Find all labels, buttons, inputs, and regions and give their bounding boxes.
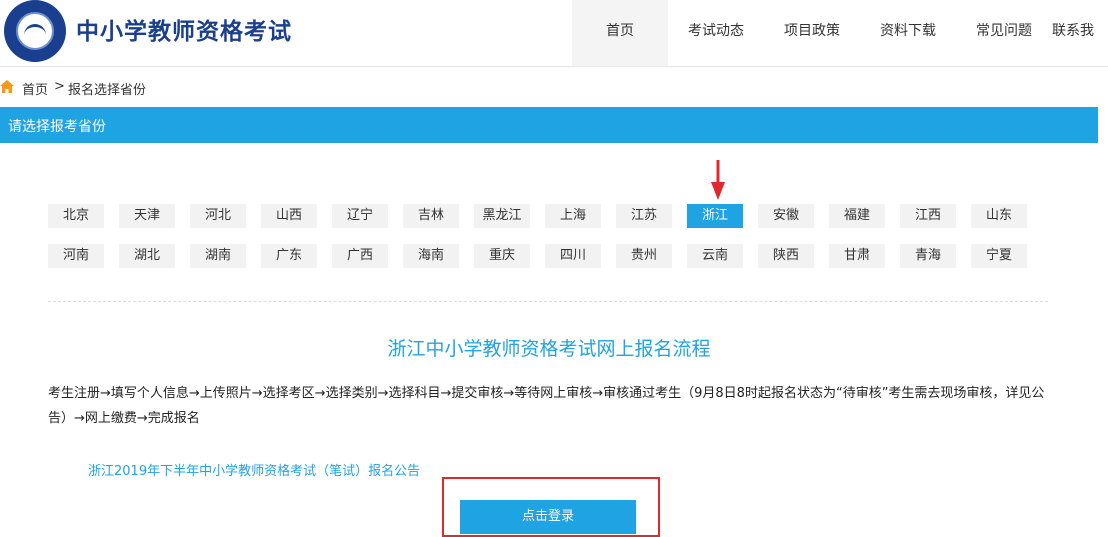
flow-description: 考生注册→填写个人信息→上传照片→选择考区→选择类别→选择科目→提交审核→等待网… [48, 386, 1045, 426]
province-button[interactable]: 天津 [119, 204, 175, 228]
nav-exam-news[interactable]: 考试动态 [668, 0, 764, 66]
province-button[interactable]: 广西 [332, 244, 388, 268]
province-button[interactable]: 四川 [545, 244, 601, 268]
section-title: 请选择报考省份 [8, 119, 106, 135]
province-button[interactable]: 海南 [403, 244, 459, 268]
province-button[interactable]: 广东 [261, 244, 317, 268]
notice-link[interactable]: 浙江2019年下半年中小学教师资格考试（笔试）报名公告 [88, 460, 420, 479]
province-button[interactable]: 上海 [545, 204, 601, 228]
province-button[interactable]: 河南 [48, 244, 104, 268]
breadcrumb-current: 报名选择省份 [68, 83, 147, 98]
province-button[interactable]: 河北 [190, 204, 246, 228]
province-button[interactable]: 安徽 [758, 204, 814, 228]
province-button[interactable]: 陕西 [758, 244, 814, 268]
nav-contact[interactable]: 联系我 [1052, 0, 1108, 66]
site-title: 中小学教师资格考试 [76, 19, 292, 45]
province-button[interactable]: 山东 [971, 204, 1027, 228]
province-button[interactable]: 江西 [900, 204, 956, 228]
home-icon [0, 80, 14, 93]
province-button[interactable]: 湖南 [190, 244, 246, 268]
site-logo[interactable] [4, 0, 66, 62]
province-button[interactable]: 湖北 [119, 244, 175, 268]
book-icon [24, 24, 46, 39]
breadcrumb-separator: > [54, 79, 65, 94]
province-button[interactable]: 甘肃 [829, 244, 885, 268]
province-button[interactable]: 山西 [261, 204, 317, 228]
section-header-bar: 请选择报考省份 [0, 107, 1098, 143]
site-header: 中小学教师资格考试 首页 考试动态 项目政策 资料下载 常见问题 联系我 [0, 0, 1108, 67]
province-button[interactable]: 辽宁 [332, 204, 388, 228]
nav-home[interactable]: 首页 [572, 0, 668, 66]
province-button[interactable]: 黑龙江 [474, 204, 530, 228]
flow-title: 浙江中小学教师资格考试网上报名流程 [387, 338, 711, 360]
nav-policy[interactable]: 项目政策 [764, 0, 860, 66]
nav-faq[interactable]: 常见问题 [956, 0, 1052, 66]
divider [48, 301, 1048, 302]
province-button[interactable]: 江苏 [616, 204, 672, 228]
province-button[interactable]: 北京 [48, 204, 104, 228]
province-button[interactable]: 青海 [900, 244, 956, 268]
province-button[interactable]: 福建 [829, 204, 885, 228]
red-highlight-box-annotation [442, 477, 660, 537]
nav-downloads[interactable]: 资料下载 [860, 0, 956, 66]
province-button[interactable]: 宁夏 [971, 244, 1027, 268]
province-button[interactable]: 浙江 [687, 204, 743, 228]
province-button[interactable]: 重庆 [474, 244, 530, 268]
province-button[interactable]: 云南 [687, 244, 743, 268]
province-button[interactable]: 贵州 [616, 244, 672, 268]
red-arrow-annotation-icon [711, 160, 725, 200]
breadcrumb-home[interactable]: 首页 [22, 79, 48, 98]
province-button[interactable]: 吉林 [403, 204, 459, 228]
